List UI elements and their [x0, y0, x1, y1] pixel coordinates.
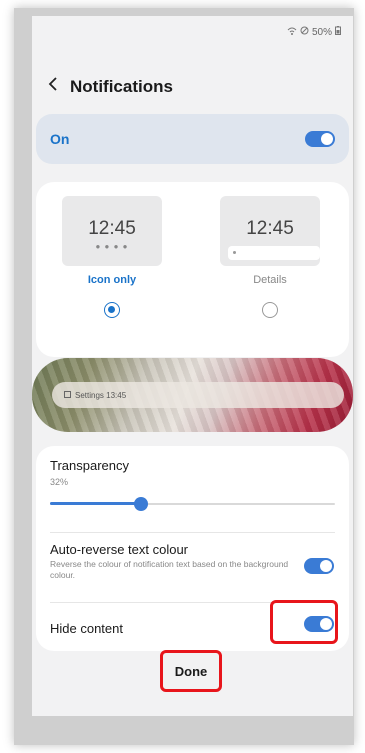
- notification-dots-icon: ● ● ● ●: [95, 242, 129, 251]
- radio-details[interactable]: [262, 302, 278, 318]
- notification-preview-pill: Settings 13:45: [52, 382, 344, 408]
- icon-only-preview: 12:45 ● ● ● ●: [62, 196, 162, 266]
- auto-reverse-toggle[interactable]: [304, 558, 334, 574]
- done-button[interactable]: Done: [160, 650, 222, 692]
- auto-reverse-title: Auto-reverse text colour: [50, 542, 189, 557]
- battery-percentage: 50%: [311, 26, 332, 38]
- settings-app-icon: [64, 390, 71, 400]
- notification-card-preview: [228, 246, 320, 260]
- master-toggle[interactable]: [305, 131, 335, 147]
- style-option-label: Icon only: [87, 274, 137, 286]
- radio-icon-only[interactable]: [104, 302, 120, 318]
- notification-preview-text: Settings 13:45: [75, 390, 127, 400]
- back-button[interactable]: [48, 76, 58, 97]
- transparency-row: Transparency 32%: [50, 458, 335, 511]
- notification-style-card: 12:45 ● ● ● ● Icon only 12:45 Details: [36, 182, 349, 357]
- transparency-value: 32%: [50, 477, 69, 487]
- transparency-label: Transparency: [50, 458, 129, 473]
- hide-content-highlight: [270, 600, 338, 644]
- page-title: Notifications: [70, 76, 173, 96]
- style-option-icon-only[interactable]: 12:45 ● ● ● ● Icon only: [62, 196, 162, 318]
- auto-reverse-row[interactable]: Auto-reverse text colour Reverse the col…: [50, 542, 290, 580]
- details-preview: 12:45: [220, 196, 320, 266]
- preview-time: 12:45: [246, 218, 294, 239]
- status-bar: 50%: [287, 26, 341, 38]
- slider-fill: [50, 502, 142, 505]
- style-option-details[interactable]: 12:45 Details: [220, 196, 320, 318]
- do-not-disturb-icon: [300, 26, 309, 38]
- style-option-label: Details: [253, 274, 287, 286]
- battery-icon: [335, 26, 341, 38]
- slider-thumb[interactable]: [134, 497, 149, 511]
- page-header: Notifications: [48, 76, 173, 97]
- transparency-slider[interactable]: [50, 497, 335, 511]
- master-switch-row[interactable]: On: [36, 114, 349, 164]
- master-switch-label: On: [50, 131, 70, 147]
- chevron-left-icon: [48, 77, 57, 91]
- lockscreen-wallpaper-preview: Settings 13:45: [32, 358, 353, 432]
- wifi-icon: [287, 27, 297, 38]
- hide-content-label: Hide content: [50, 621, 123, 636]
- divider: [50, 532, 335, 533]
- preview-time: 12:45: [88, 218, 136, 239]
- auto-reverse-description: Reverse the colour of notification text …: [50, 559, 289, 580]
